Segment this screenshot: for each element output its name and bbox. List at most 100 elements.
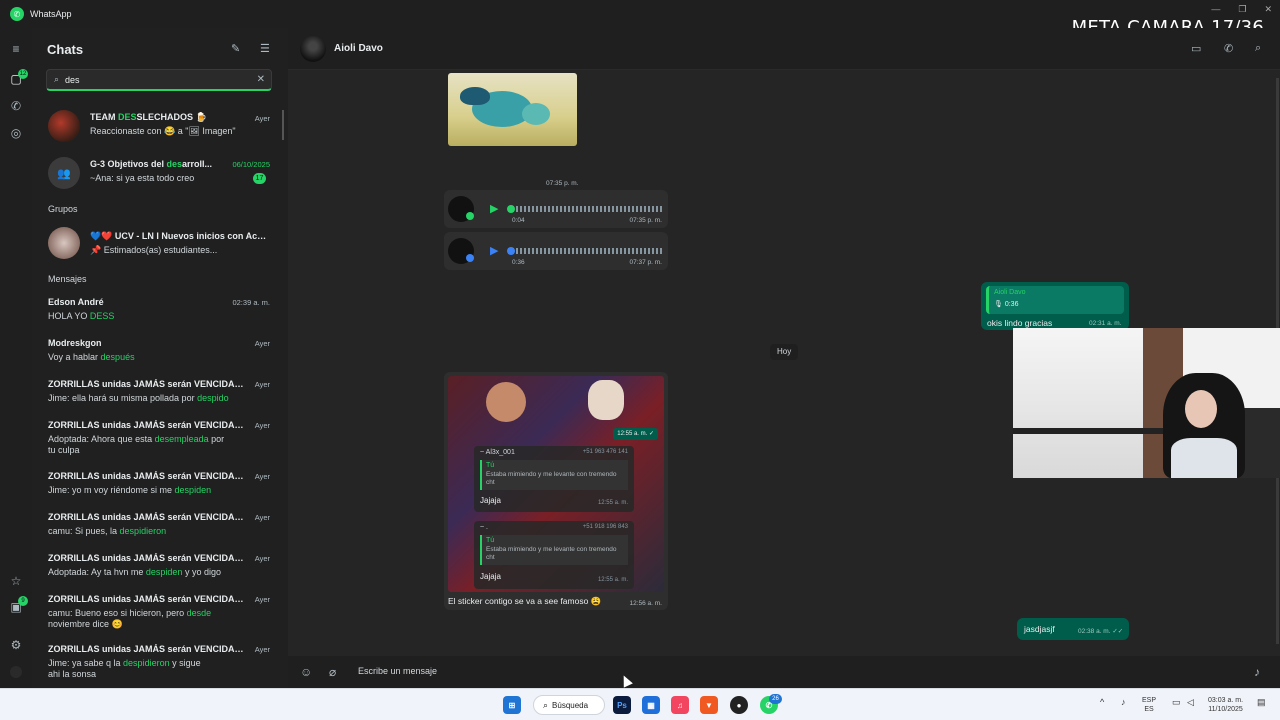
reply-text: Jajaja [480,496,501,505]
chat-name: ZORRILLAS unidas JAMÁS serán VENCIDAS... [48,594,248,604]
group-result-ucv[interactable]: 💙❤️ UCV - LN I Nuevos inicios con Aco...… [32,224,284,264]
chat-result-g3[interactable]: 👥 G-3 Objetivos del desarroll... ~Ana: s… [32,153,284,193]
new-chat-icon[interactable]: ✎ [231,42,240,55]
profile-avatar-icon[interactable] [8,664,24,680]
search-in-chat-icon[interactable]: ⌕ [1255,42,1261,55]
message-snippet: Voy a hablar después [48,352,135,362]
message-snippet: Adoptada: Ay ta hvn me despiden y yo dig… [48,567,221,577]
scrub-handle[interactable] [507,247,515,255]
tray-chevron-icon[interactable]: ^ [1100,698,1104,707]
chat-name: ZORRILLAS unidas JAMÁS serán VENCIDAS... [48,379,248,389]
sender-phone: +51 963 476 141 [582,449,628,455]
chat-result-team[interactable]: TEAM DESSLECHADOS 🍺 Reaccionaste con 😂 a… [32,108,284,148]
scrollbar[interactable] [282,110,284,140]
filter-icon[interactable]: ☰ [260,42,270,55]
chat-name: G-3 Objetivos del desarroll... [90,159,213,169]
message-result[interactable]: Modreskgon Ayer Voy a hablar después [32,334,284,370]
message-result[interactable]: ZORRILLAS unidas JAMÁS serán VENCIDAS...… [32,416,284,460]
clear-search-icon[interactable]: ✕ [257,74,265,85]
chat-header[interactable]: Aioli Davo ▭ ✆ ⌕ [288,28,1280,70]
image-caption: El sticker contigo se va a see famoso 😩 [448,596,602,606]
chat-name: ZORRILLAS unidas JAMÁS serán VENCIDAS... [48,471,248,481]
search-icon: ⌕ [54,74,60,84]
notification-bell-icon[interactable]: ▤ [1257,698,1266,707]
quoted-text: 🎙 0:36 [994,301,1019,308]
outgoing-message: jasdjasjf 02:38 a. m. ✓✓ [1017,618,1129,640]
search-value: des [65,74,80,85]
language-indicator[interactable]: ESP ES [1142,696,1156,714]
attach-icon[interactable]: ⌀ [329,665,336,679]
section-messages-label: Mensajes [48,274,87,284]
chat-time: 06/10/2025 [232,160,270,169]
search-input[interactable]: ⌕ des ✕ [46,69,272,91]
nav-rail: ≡ ▢ 12 ✆ ◎ ☆ ▣ 9 ⚙ [0,28,32,688]
day-divider: Hoy [770,344,799,360]
chat-list-panel: Chats ✎ ☰ ⌕ des ✕ TEAM DESSLECHADOS 🍺 Re… [32,28,288,688]
sticker-image[interactable] [448,73,577,146]
quoted-name: Tú [486,537,495,544]
message-result[interactable]: ZORRILLAS unidas JAMÁS serán VENCIDAS...… [32,508,284,544]
music-icon[interactable]: ♫ [671,696,689,714]
play-icon[interactable]: ▶ [490,244,498,257]
message-result[interactable]: Edson André 02:39 a. m. HOLA YO DESS [32,293,284,329]
message-result[interactable]: ZORRILLAS unidas JAMÁS serán VENCIDAS...… [32,549,284,585]
store-icon[interactable]: ▦ [642,696,660,714]
microphone-icon[interactable]: ♪ [1254,665,1260,679]
quoted-text: Estaba mimiendo y me levante con tremend… [486,471,617,486]
menu-icon[interactable]: ≡ [8,41,24,57]
status-icon[interactable]: ◎ [8,125,24,141]
calls-icon[interactable]: ✆ [8,98,24,114]
taskbar-search[interactable]: ⌕ Búsqueda [533,695,605,715]
window-title: WhatsApp [30,9,72,19]
quoted-text: Estaba mimiendo y me levante con tremend… [486,546,617,561]
mic-tray-icon[interactable]: ♪ [1121,698,1126,707]
message-snippet: Jime: ya sabe q la despidieron y sigue [48,658,201,668]
image-message: 12:55 a. m. ✓ ~ Al3x_001 +51 963 476 141… [444,372,668,610]
waveform[interactable] [508,248,664,254]
quoted-name: Tú [486,462,495,469]
close-icon[interactable]: ✕ [1264,4,1272,15]
scrub-handle[interactable] [507,205,515,213]
message-input[interactable]: Escribe un mensaje [358,666,437,676]
voice-duration: 0:04 [512,217,525,224]
voice-message: ▶ 0:36 07:37 p. m. [444,232,668,270]
group-avatar-icon: 👥 [48,157,80,189]
reply-time: 12:55 a. m. [597,577,628,583]
play-icon[interactable]: ▶ [490,202,498,215]
message-time: 02:31 a. m. [1089,320,1122,327]
message-snippet: HOLA YO DESS [48,311,115,321]
chat-time: Ayer [254,472,270,481]
message-snippet-line2: tu culpa [48,445,80,455]
clock[interactable]: 03:03 a. m. 11/10/2025 [1208,696,1243,714]
message-result[interactable]: ZORRILLAS unidas JAMÁS serán VENCIDAS...… [32,375,284,411]
obs-icon[interactable]: ● [730,696,748,714]
voice-call-icon[interactable]: ✆ [1224,42,1233,55]
chat-time: 02:39 a. m. [232,298,270,307]
timestamp-divider: 07:35 p. m. [546,180,579,187]
message-snippet: camu: Bueno eso si hicieron, pero desde [48,608,212,618]
message-result[interactable]: ZORRILLAS unidas JAMÁS serán VENCIDAS...… [32,467,284,503]
quoted-message[interactable]: Aioli Davo 🎙 0:36 [986,286,1124,314]
emoji-icon[interactable]: ☺ [300,665,312,679]
message-result[interactable]: ZORRILLAS unidas JAMÁS serán VENCIDAS...… [32,640,284,684]
chats-badge: 12 [18,69,28,79]
forwarded-image[interactable]: 12:55 a. m. ✓ ~ Al3x_001 +51 963 476 141… [448,376,664,592]
starred-icon[interactable]: ☆ [8,573,24,589]
photoshop-icon[interactable]: Ps [613,696,631,714]
network-icon[interactable]: ▭ [1172,698,1181,707]
brave-browser-icon[interactable]: ▼ [700,696,718,714]
minimize-icon[interactable]: — [1211,4,1220,15]
contact-name[interactable]: Aioli Davo [334,43,383,54]
settings-gear-icon[interactable]: ⚙ [8,637,24,653]
volume-icon[interactable]: ◁ [1187,698,1194,707]
voice-time: 07:35 p. m. [629,217,662,224]
panel-title: Chats [47,42,84,57]
inner-reply-card: ~ . +51 918 196 843 Tú Estaba mimiendo y… [474,521,634,589]
contact-avatar[interactable] [300,36,326,62]
video-call-icon[interactable]: ▭ [1191,42,1201,55]
waveform[interactable] [508,206,664,212]
maximize-icon[interactable]: ❐ [1238,4,1246,15]
message-result[interactable]: ZORRILLAS unidas JAMÁS serán VENCIDAS...… [32,590,284,634]
start-windows-icon[interactable]: ⊞ [503,696,521,714]
windows-taskbar: ⊞ ⌕ Búsqueda Ps ▦ ♫ ▼ ● ✆ 26 ^ ♪ ESP ES ▭… [0,688,1280,720]
